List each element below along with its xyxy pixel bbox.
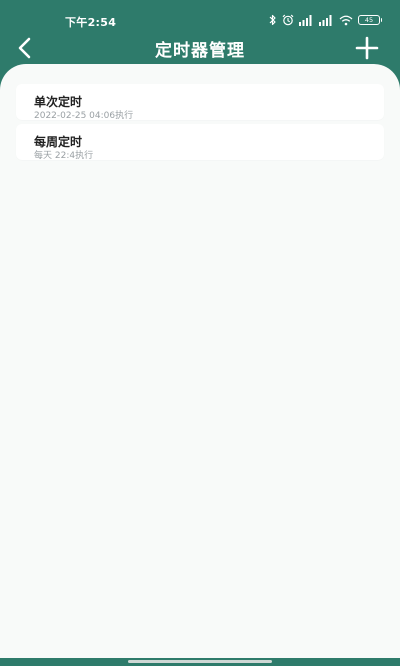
- battery-level: 45: [364, 16, 374, 24]
- home-indicator[interactable]: [128, 660, 272, 663]
- battery-icon: 45: [358, 15, 382, 25]
- signal-icon: [319, 14, 332, 26]
- status-time: 下午2:54: [65, 16, 117, 29]
- bluetooth-icon: [269, 14, 276, 26]
- timer-desc: 2022-02-25 04:06执行: [34, 111, 134, 121]
- timer-item[interactable]: 单次定时 2022-02-25 04:06执行: [16, 84, 384, 121]
- timer-list: 单次定时 2022-02-25 04:06执行 每周定时 每天 22:4执行: [16, 84, 384, 164]
- wifi-icon: [339, 15, 353, 25]
- page-title: 定时器管理: [155, 41, 245, 61]
- timer-desc: 每天 22:4执行: [34, 151, 94, 161]
- alarm-icon: [282, 14, 294, 26]
- timer-item[interactable]: 每周定时 每天 22:4执行: [16, 124, 384, 161]
- status-icons: 45: [269, 13, 382, 27]
- header: 定时器管理: [0, 30, 400, 64]
- signal-icon: [299, 14, 312, 26]
- bottom-bar: [0, 658, 400, 666]
- content-panel: 单次定时 2022-02-25 04:06执行 每周定时 每天 22:4执行: [0, 64, 400, 658]
- status-bar: 下午2:54 45: [0, 0, 400, 34]
- add-button[interactable]: [354, 35, 380, 61]
